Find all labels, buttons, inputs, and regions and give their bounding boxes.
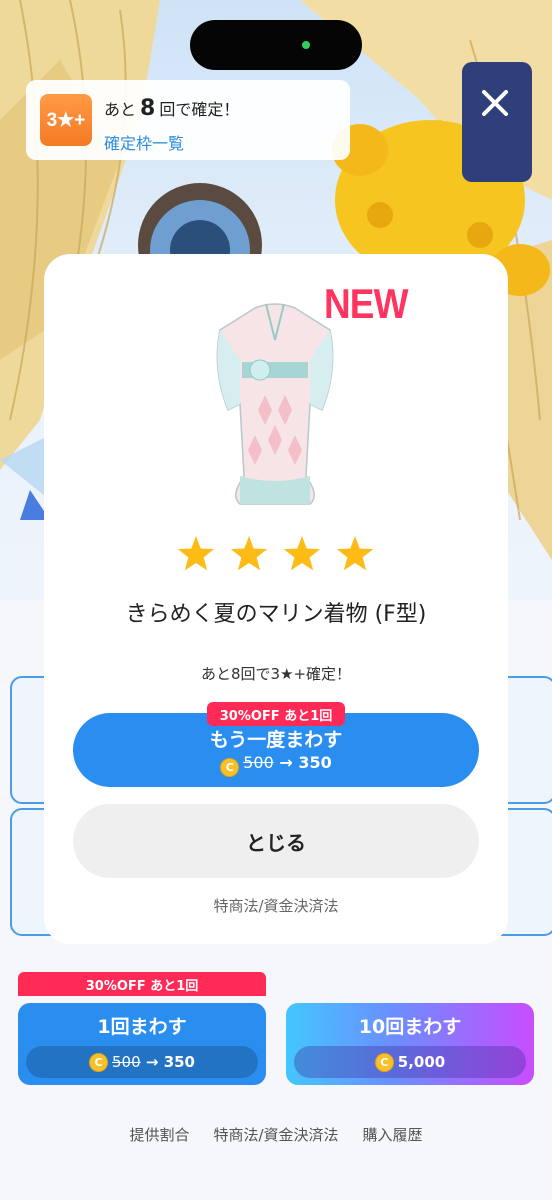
legal-link[interactable]: 特商法/資金決済法 xyxy=(44,895,508,916)
star-icon xyxy=(230,536,268,571)
coin-icon: C xyxy=(89,1052,108,1072)
star-icon xyxy=(336,536,374,571)
spin-again-price: C 500 → 350 xyxy=(73,753,479,777)
kimono-item-image xyxy=(216,303,334,505)
camera-indicator xyxy=(302,41,310,49)
pity-banner: 3★+ あと 8 回で確定！ 確定枠一覧 xyxy=(26,80,350,160)
drop-rates-link[interactable]: 提供割合 xyxy=(129,1124,189,1145)
pity-counter: あと 8 回で確定！ xyxy=(104,96,239,121)
close-button[interactable]: とじる xyxy=(73,804,479,878)
old-price: 500 xyxy=(243,753,274,772)
single-spin-label: 1回まわす xyxy=(97,1016,187,1038)
ten-spin-label: 10回まわす xyxy=(358,1016,462,1038)
pity-suffix: 回で確定！ xyxy=(159,100,240,119)
pity-prefix: あと xyxy=(104,100,137,119)
item-name: きらめく夏のマリン着物 (F型) xyxy=(125,602,427,627)
old-price: 500 xyxy=(112,1053,141,1071)
rarity-badge: 3★+ xyxy=(40,94,92,146)
pity-count: 8 xyxy=(140,96,156,121)
new-price: 350 xyxy=(163,1053,195,1071)
single-discount-tag: 30%OFF あと1回 xyxy=(18,972,266,996)
guaranteed-list-link[interactable]: 確定枠一覧 xyxy=(104,130,184,154)
single-spin-button[interactable]: 1回まわす C 500 → 350 xyxy=(18,1003,266,1085)
purchase-history-link[interactable]: 購入履歴 xyxy=(363,1124,423,1145)
ten-spin-price: C 5,000 xyxy=(294,1046,526,1078)
device-notch xyxy=(190,20,362,70)
pity-message: あと8回で3★+確定！ xyxy=(200,665,352,683)
price: 5,000 xyxy=(397,1053,446,1071)
star-icon xyxy=(283,536,321,571)
footer-links: 提供割合 特商法/資金決済法 購入履歴 xyxy=(0,1124,552,1145)
single-spin-price: C 500 → 350 xyxy=(26,1046,258,1078)
legal-footer-link[interactable]: 特商法/資金決済法 xyxy=(213,1124,338,1145)
price-arrow: → xyxy=(279,753,293,772)
close-icon[interactable] xyxy=(472,80,518,126)
discount-tag: 30%OFF あと1回 xyxy=(207,702,345,726)
rarity-stars xyxy=(177,536,374,571)
coin-icon: C xyxy=(220,758,240,777)
price-arrow: → xyxy=(145,1053,159,1071)
spin-again-label: もう一度まわす xyxy=(209,729,343,751)
star-icon xyxy=(177,536,215,571)
new-price: 350 xyxy=(298,753,332,772)
ten-spin-button[interactable]: 10回まわす C 5,000 xyxy=(286,1003,534,1085)
coin-icon: C xyxy=(374,1052,394,1072)
